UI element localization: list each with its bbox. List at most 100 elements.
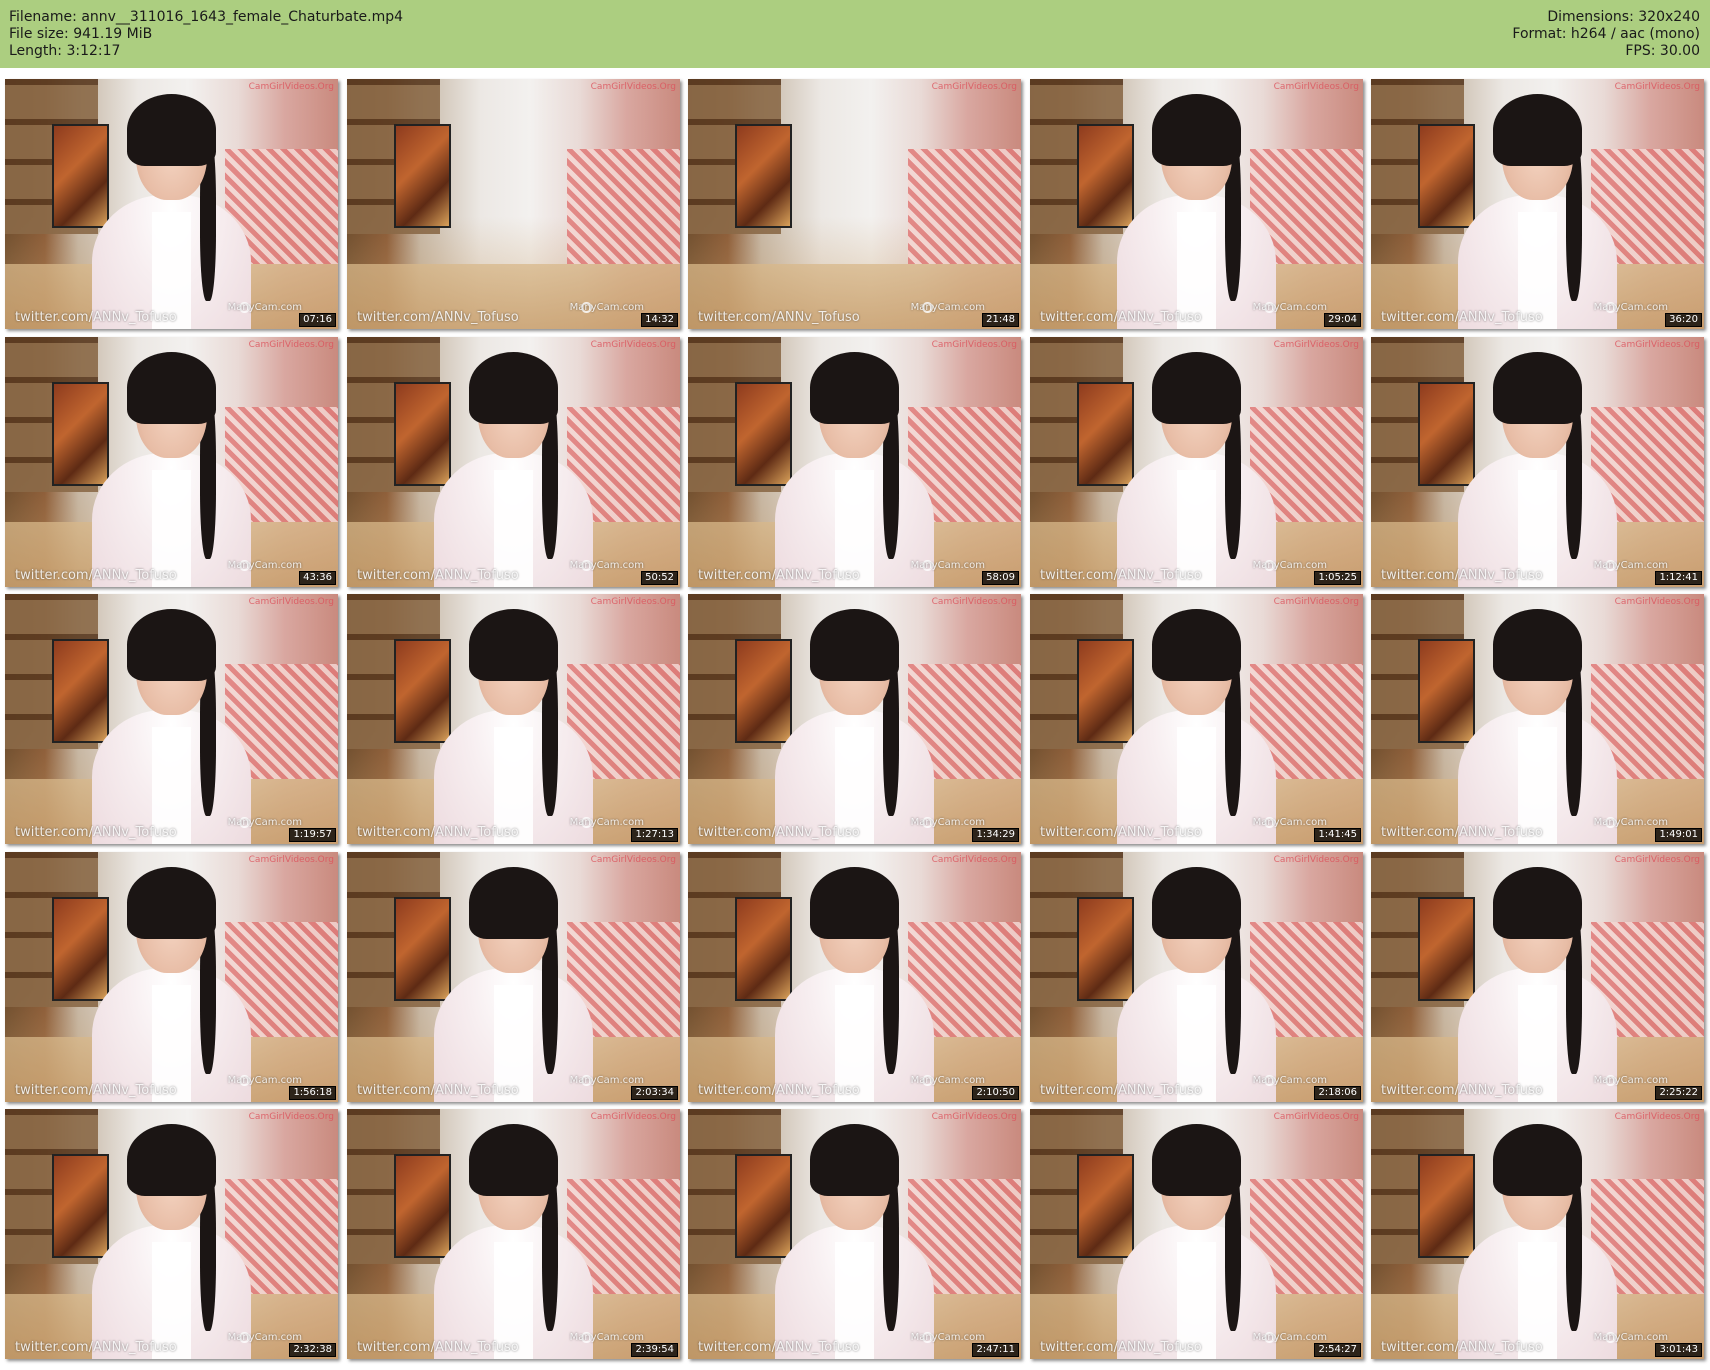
timestamp-label: 43:36 [299,571,336,585]
video-thumbnail[interactable]: CamGirlVideos.Org twitter.com/ANNv_Tofuso… [1030,337,1363,587]
watermark-twitter: twitter.com/ANNv_Tofuso [1381,825,1543,840]
watermark-site: CamGirlVideos.Org [931,340,1017,350]
watermark-manycam: ManyCam.com [227,1332,302,1343]
length-value: 3:12:17 [66,43,121,59]
person [1116,352,1277,587]
watermark-twitter: twitter.com/ANNv_Tofuso [1381,1340,1543,1355]
watermark-manycam: ManyCam.com [910,560,985,571]
person-hair [126,609,217,682]
poster [393,124,451,228]
watermark-twitter: twitter.com/ANNv_Tofuso [1381,568,1543,583]
video-thumbnail[interactable]: CamGirlVideos.Org twitter.com/ANNv_Tofuso… [1030,1109,1363,1359]
watermark-twitter: twitter.com/ANNv_Tofuso [15,310,177,325]
video-thumbnail[interactable]: CamGirlVideos.Org twitter.com/ANNv_Tofuso… [1030,79,1363,329]
video-thumbnail[interactable]: CamGirlVideos.Org twitter.com/ANNv_Tofuso… [1371,79,1704,329]
format-label: Format: [1512,26,1567,42]
watermark-twitter: twitter.com/ANNv_Tofuso [698,825,860,840]
watermark-site: CamGirlVideos.Org [1273,1112,1359,1122]
person [433,1124,594,1359]
watermark-manycam: ManyCam.com [227,817,302,828]
video-thumbnail[interactable]: CamGirlVideos.Org twitter.com/ANNv_Tofuso… [347,852,680,1102]
watermark-site: CamGirlVideos.Org [1614,340,1700,350]
person-hair [1151,94,1242,167]
person-hair [126,1124,217,1197]
watermark-manycam: ManyCam.com [1252,302,1327,313]
timestamp-label: 3:01:43 [1655,1343,1702,1357]
video-thumbnail[interactable]: CamGirlVideos.Org twitter.com/ANNv_Tofuso… [688,594,1021,844]
video-thumbnail[interactable]: CamGirlVideos.Org twitter.com/ANNv_Tofuso… [347,337,680,587]
watermark-twitter: twitter.com/ANNv_Tofuso [698,568,860,583]
person-hair [1492,94,1583,167]
timestamp-label: 07:16 [299,313,336,327]
video-thumbnail[interactable]: CamGirlVideos.Org twitter.com/ANNv_Tofuso… [688,1109,1021,1359]
video-thumbnail[interactable]: CamGirlVideos.Org twitter.com/ANNv_Tofuso… [347,1109,680,1359]
filesize-label: File size: [9,26,69,42]
person [1457,94,1618,329]
video-thumbnail[interactable]: CamGirlVideos.Org twitter.com/ANNv_Tofuso… [347,594,680,844]
watermark-site: CamGirlVideos.Org [931,855,1017,865]
watermark-manycam: ManyCam.com [227,560,302,571]
video-thumbnail[interactable]: CamGirlVideos.Org twitter.com/ANNv_Tofuso… [1371,337,1704,587]
watermark-manycam: ManyCam.com [1252,1075,1327,1086]
video-thumbnail[interactable]: CamGirlVideos.Org twitter.com/ANNv_Tofuso… [347,79,680,329]
person-hair [1151,1124,1242,1197]
file-info-right: Dimensions: 320x240 Format: h264 / aac (… [1512,9,1700,60]
watermark-twitter: twitter.com/ANNv_Tofuso [357,1083,519,1098]
person [1116,1124,1277,1359]
filename-label: Filename: [9,9,77,25]
watermark-twitter: twitter.com/ANNv_Tofuso [698,1083,860,1098]
fps-line: FPS: 30.00 [1512,43,1700,60]
timestamp-label: 1:56:18 [289,1086,336,1100]
watermark-manycam: ManyCam.com [569,560,644,571]
watermark-site: CamGirlVideos.Org [1614,82,1700,92]
person-hair [809,609,900,682]
file-info-left: Filename: annv__311016_1643_female_Chatu… [9,9,403,60]
timestamp-label: 1:19:57 [289,828,336,842]
person [774,1124,935,1359]
timestamp-label: 1:27:13 [631,828,678,842]
video-thumbnail[interactable]: CamGirlVideos.Org twitter.com/ANNv_Tofuso… [5,852,338,1102]
watermark-manycam: ManyCam.com [910,302,985,313]
dimensions-line: Dimensions: 320x240 [1512,9,1700,26]
timestamp-label: 2:18:06 [1314,1086,1361,1100]
watermark-manycam: ManyCam.com [227,302,302,313]
video-thumbnail[interactable]: CamGirlVideos.Org twitter.com/ANNv_Tofuso… [5,1109,338,1359]
person-hair [809,867,900,940]
timestamp-label: 2:39:54 [631,1343,678,1357]
dimensions-label: Dimensions: [1547,9,1634,25]
watermark-site: CamGirlVideos.Org [1273,855,1359,865]
video-thumbnail[interactable]: CamGirlVideos.Org twitter.com/ANNv_Tofuso… [5,337,338,587]
person-hair [1151,352,1242,425]
watermark-manycam: ManyCam.com [569,1332,644,1343]
filename-line: Filename: annv__311016_1643_female_Chatu… [9,9,403,26]
video-thumbnail[interactable]: CamGirlVideos.Org twitter.com/ANNv_Tofuso… [688,79,1021,329]
watermark-site: CamGirlVideos.Org [931,82,1017,92]
watermark-site: CamGirlVideos.Org [1273,340,1359,350]
timestamp-label: 1:49:01 [1655,828,1702,842]
watermark-twitter: twitter.com/ANNv_Tofuso [1040,1083,1202,1098]
watermark-site: CamGirlVideos.Org [248,340,334,350]
timestamp-label: 2:54:27 [1314,1343,1361,1357]
watermark-manycam: ManyCam.com [1593,1332,1668,1343]
video-thumbnail[interactable]: CamGirlVideos.Org twitter.com/ANNv_Tofuso… [5,79,338,329]
video-thumbnail[interactable]: CamGirlVideos.Org twitter.com/ANNv_Tofuso… [1371,1109,1704,1359]
video-thumbnail[interactable]: CamGirlVideos.Org twitter.com/ANNv_Tofuso… [1371,594,1704,844]
video-thumbnail[interactable]: CamGirlVideos.Org twitter.com/ANNv_Tofuso… [1030,852,1363,1102]
person-hair [1151,609,1242,682]
video-thumbnail[interactable]: CamGirlVideos.Org twitter.com/ANNv_Tofuso… [1030,594,1363,844]
video-thumbnail[interactable]: CamGirlVideos.Org twitter.com/ANNv_Tofuso… [688,337,1021,587]
person-hair [468,609,559,682]
video-thumbnail[interactable]: CamGirlVideos.Org twitter.com/ANNv_Tofuso… [688,852,1021,1102]
fps-label: FPS: [1625,43,1656,59]
person-hair [126,94,217,167]
video-thumbnail[interactable]: CamGirlVideos.Org twitter.com/ANNv_Tofuso… [5,594,338,844]
person [433,867,594,1102]
watermark-site: CamGirlVideos.Org [590,597,676,607]
video-thumbnail[interactable]: CamGirlVideos.Org twitter.com/ANNv_Tofuso… [1371,852,1704,1102]
watermark-manycam: ManyCam.com [1593,560,1668,571]
person [433,352,594,587]
watermark-twitter: twitter.com/ANNv_Tofuso [1040,1340,1202,1355]
watermark-site: CamGirlVideos.Org [248,597,334,607]
watermark-manycam: ManyCam.com [569,1075,644,1086]
timestamp-label: 36:20 [1665,313,1702,327]
